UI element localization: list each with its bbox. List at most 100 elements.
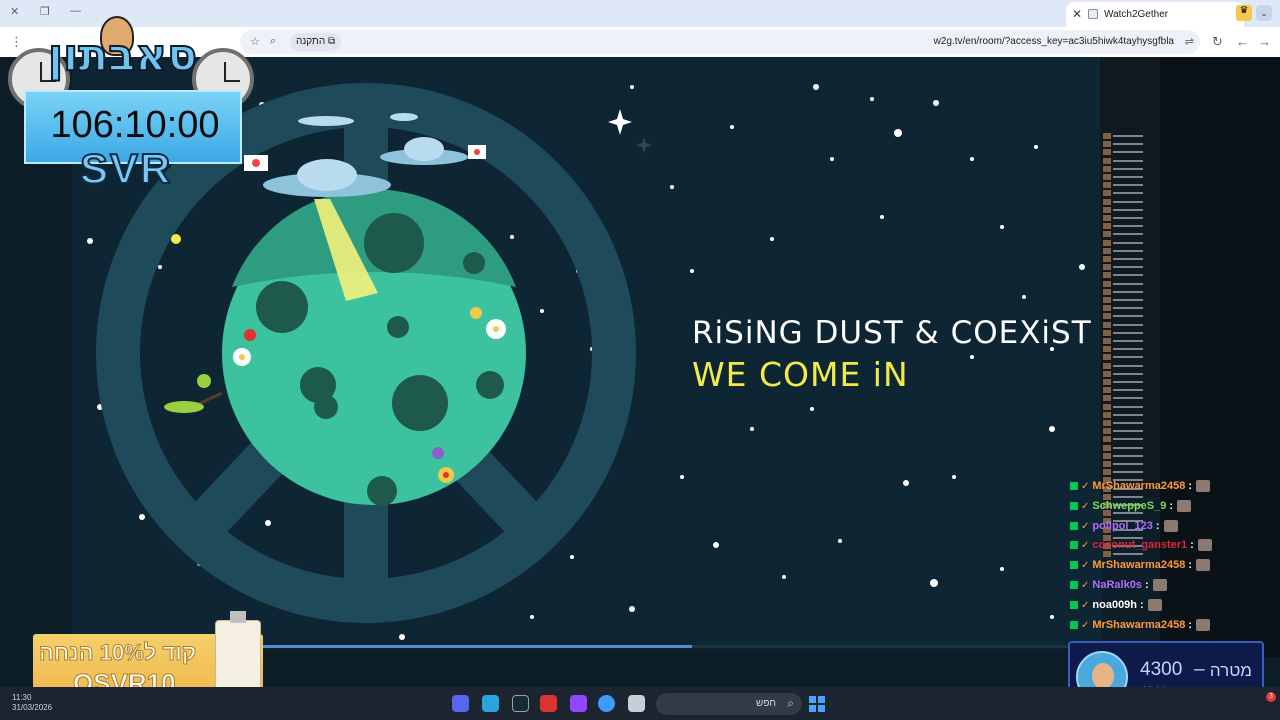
video-title-line2: WE COME iN (692, 355, 909, 394)
chat-check-icon: ✓ (1081, 619, 1090, 631)
screen: ✕ ❐ — + ✕ Watch2Gether ♛ ⌄ ⋮ ☆ ⌕ התקנה ⧉… (0, 0, 1280, 720)
playlist-item[interactable] (1103, 256, 1153, 263)
playlist-item[interactable] (1103, 264, 1153, 271)
playlist-item[interactable] (1103, 305, 1153, 312)
install-app-chip[interactable]: התקנה ⧉ (290, 33, 342, 51)
subathon-timer: 106:10:00 (50, 104, 220, 146)
playlist-item[interactable] (1103, 157, 1153, 165)
minimize-window-icon[interactable]: — (70, 5, 81, 17)
playlist-item[interactable] (1103, 428, 1153, 435)
close-tab-icon[interactable]: ✕ (1072, 7, 1082, 21)
chat-check-icon: ✓ (1081, 540, 1090, 552)
chrome-icon[interactable] (598, 695, 615, 712)
chat-message: ✓ SchweppeS_9: (1070, 499, 1192, 518)
bookmark-star-icon[interactable]: ☆ (250, 35, 260, 48)
chat-colon: : (1169, 499, 1174, 512)
playlist-item[interactable] (1103, 239, 1153, 247)
playlist-item[interactable] (1103, 395, 1153, 402)
back-icon[interactable]: ← (1236, 34, 1249, 49)
steam-icon[interactable] (512, 695, 529, 712)
playlist-item[interactable] (1103, 313, 1153, 320)
playlist-item[interactable] (1103, 247, 1153, 255)
playlist-item[interactable] (1103, 288, 1153, 296)
profile-icon[interactable]: ♛ (1236, 5, 1252, 21)
playlist-item[interactable] (1103, 182, 1153, 189)
chat-message: ✓ NaRalk0s: (1070, 579, 1167, 597)
chat-colon: : (1144, 579, 1149, 591)
discord-icon[interactable] (452, 695, 469, 712)
playlist-item[interactable] (1103, 354, 1153, 361)
playlist-item[interactable] (1103, 223, 1153, 230)
playlist-item[interactable] (1103, 338, 1153, 345)
playlist-item[interactable] (1103, 461, 1153, 468)
playlist-item[interactable] (1103, 231, 1153, 238)
chat-message: ✓ noa009h: (1070, 599, 1162, 617)
playlist-item[interactable] (1103, 190, 1153, 197)
chat-username: MrShawarma2458 (1092, 559, 1186, 572)
zoom-icon[interactable]: ⌕ (270, 35, 276, 48)
playlist-panel[interactable] (1100, 57, 1160, 558)
windows-start-icon[interactable] (809, 696, 825, 712)
playlist-item[interactable] (1103, 379, 1153, 386)
chat-username: NaRalk0s (1092, 579, 1142, 591)
playlist-item[interactable] (1103, 436, 1153, 443)
chat-username: MrShawarma2458 (1092, 618, 1186, 631)
playlist-item[interactable] (1103, 133, 1153, 140)
chat-badge-icon (1070, 541, 1078, 550)
playlist-item[interactable] (1103, 280, 1153, 288)
playlist-item[interactable] (1103, 206, 1153, 214)
tab-title: Watch2Gether (1104, 9, 1169, 20)
telegram-icon[interactable] (482, 695, 499, 712)
notification-badge[interactable]: 3 (1266, 692, 1276, 702)
playlist-item[interactable] (1103, 321, 1153, 329)
playlist-item[interactable] (1103, 174, 1153, 181)
playlist-item[interactable] (1103, 141, 1153, 148)
chat-badge-icon (1070, 482, 1078, 491)
playlist-item[interactable] (1103, 469, 1153, 476)
chat-message: ✓ coconut_ganster1: (1070, 539, 1212, 557)
playlist-item[interactable] (1103, 420, 1153, 427)
forward-icon[interactable]: → (1258, 34, 1271, 49)
sparkle-star (608, 109, 632, 135)
playlist-item[interactable] (1103, 297, 1153, 304)
playlist-item[interactable] (1103, 362, 1153, 370)
chat-username: noa009h (1092, 598, 1138, 611)
obs-icon[interactable] (570, 695, 587, 712)
chat-username: MrShawarma2458 (1092, 480, 1186, 492)
playlist-item[interactable] (1103, 198, 1153, 206)
playlist-item[interactable] (1103, 165, 1153, 173)
site-settings-icon[interactable]: ⇌ (1185, 35, 1194, 48)
playlist-item[interactable] (1103, 149, 1153, 156)
address-bar[interactable]: ☆ ⌕ התקנה ⧉ w2g.tv/en/room/?access_key=a… (240, 30, 1200, 54)
playlist-item[interactable] (1103, 272, 1153, 279)
tab-watch2gether[interactable]: ✕ Watch2Gether (1066, 2, 1244, 27)
playlist-item[interactable] (1103, 411, 1153, 419)
clock-time: 11:30 (12, 693, 32, 702)
playlist-item[interactable] (1103, 215, 1153, 222)
playlist-item[interactable] (1103, 346, 1153, 353)
chat-emote-icon (1152, 579, 1167, 592)
playlist-item[interactable] (1103, 387, 1153, 394)
subathon-logo: סאבתון (47, 29, 198, 82)
playlist-item[interactable] (1103, 370, 1153, 378)
playlist-item[interactable] (1103, 329, 1153, 337)
playlist-item[interactable] (1103, 452, 1153, 460)
reload-icon[interactable]: ↻ (1212, 34, 1223, 50)
playlist-item[interactable] (1103, 444, 1153, 452)
close-window-icon[interactable]: ✕ (10, 5, 19, 18)
playlist-item[interactable] (1103, 403, 1153, 411)
url-text[interactable]: w2g.tv/en/room/?access_key=ac3iu5hiwk4ta… (934, 36, 1174, 47)
chat-emote-icon (1147, 598, 1162, 611)
taskbar-search[interactable]: חפש ⌕ (656, 693, 802, 715)
file-explorer-icon[interactable] (628, 695, 645, 712)
planet (222, 189, 526, 506)
watch2gether-favicon-icon (1088, 9, 1098, 19)
tab-search-icon[interactable]: ⌄ (1256, 5, 1272, 21)
restore-window-icon[interactable]: ❐ (40, 5, 50, 18)
video-title-line1: RiSiNG DUST & COEXiST (692, 315, 1092, 351)
menu-icon[interactable]: ⋮ (10, 34, 23, 50)
taskbar-clock: 11:30 31/03/2026 (12, 693, 52, 713)
chat-username: pollpol_123 (1092, 519, 1153, 532)
app-red-icon[interactable] (540, 695, 557, 712)
chat-check-icon: ✓ (1081, 560, 1090, 572)
